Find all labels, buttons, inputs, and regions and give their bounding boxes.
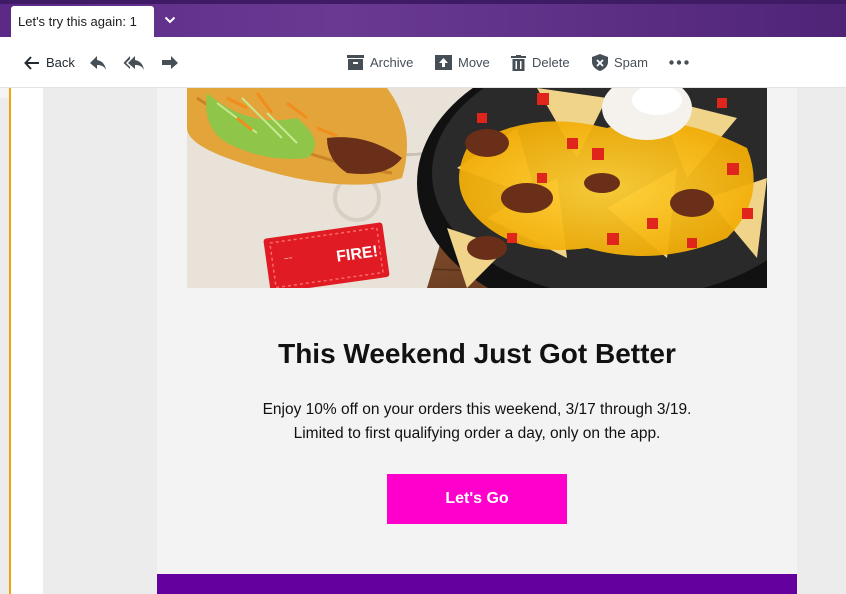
delete-button[interactable]: Delete (511, 37, 570, 88)
delete-icon (511, 54, 526, 71)
hero-food-image: FIRE! ~~ (187, 88, 767, 288)
back-button[interactable]: Back (24, 37, 75, 88)
tab-bar: Let's try this again: 1 (0, 0, 846, 37)
reply-icon (89, 55, 107, 71)
message-tab[interactable]: Let's try this again: 1 (11, 6, 154, 37)
more-button[interactable] (669, 37, 689, 88)
archive-label: Archive (370, 55, 414, 70)
spam-label: Spam (614, 55, 648, 70)
gutter-shade (0, 88, 9, 98)
move-button[interactable]: Move (435, 37, 490, 88)
email-body-line-2: Limited to first qualifying order a day,… (293, 425, 661, 442)
lets-go-button[interactable]: Let's Go (387, 474, 567, 524)
move-label: Move (458, 55, 490, 70)
chevron-down-icon[interactable] (159, 9, 181, 31)
reply-all-icon (123, 55, 145, 71)
back-label: Back (46, 55, 75, 70)
email-body: Enjoy 10% off on your orders this weeken… (157, 398, 797, 446)
archive-button[interactable]: Archive (347, 37, 413, 88)
reply-button[interactable] (89, 37, 107, 88)
back-arrow-icon (24, 55, 40, 70)
reply-all-button[interactable] (123, 37, 145, 88)
email-footer-bar (157, 574, 797, 594)
message-toolbar: Back Archive Move Delete Spam (0, 37, 846, 88)
svg-text:~~: ~~ (284, 255, 293, 263)
archive-icon (347, 55, 364, 70)
delete-label: Delete (532, 55, 570, 70)
more-icon (669, 60, 689, 65)
forward-button[interactable] (161, 37, 179, 88)
email-headline: This Weekend Just Got Better (278, 338, 676, 369)
message-tab-title: Let's try this again: 1 (18, 14, 137, 29)
email-body-line-1: Enjoy 10% off on your orders this weeken… (262, 401, 692, 418)
move-icon (435, 55, 452, 70)
spam-icon (592, 54, 608, 71)
forward-icon (161, 55, 179, 71)
spam-button[interactable]: Spam (592, 37, 648, 88)
message-gutter (11, 88, 43, 594)
